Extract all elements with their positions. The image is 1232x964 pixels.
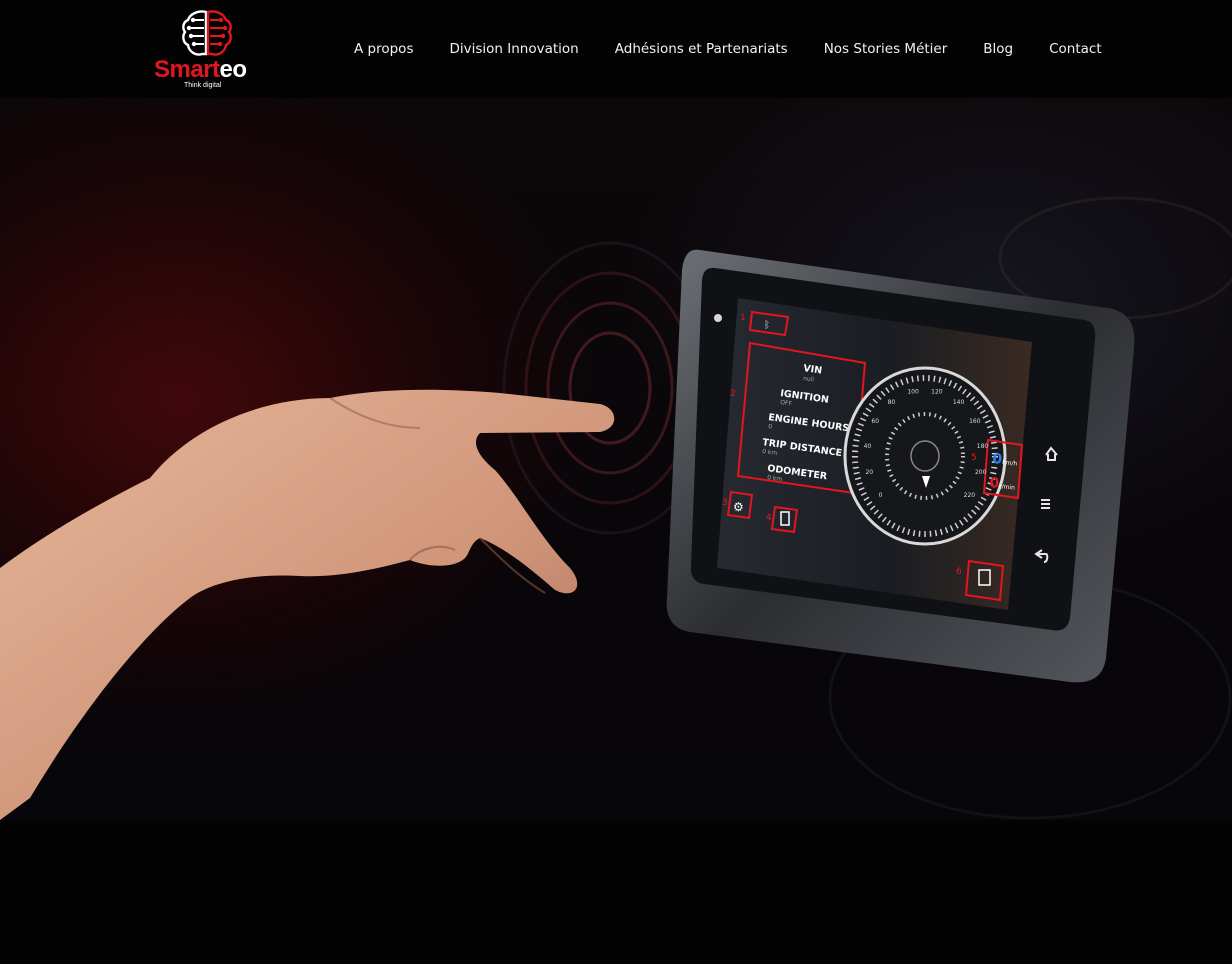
callout-1: 1 <box>740 313 746 323</box>
brain-circuit-icon <box>182 10 232 56</box>
hand-image <box>0 389 615 820</box>
callout-3: 3 <box>722 498 728 508</box>
gauge-tick-label: 80 <box>888 399 896 406</box>
nav-item-contact[interactable]: Contact <box>1031 38 1120 60</box>
gear-icon: ⚙ <box>733 500 744 514</box>
nav-item-nos-stories-metier[interactable]: Nos Stories Métier <box>806 38 966 60</box>
gauge-tick-label: 180 <box>977 443 989 450</box>
nav-item-a-propos[interactable]: A propos <box>336 38 431 60</box>
callout-2: 2 <box>730 389 736 399</box>
callout-4: 4 <box>766 513 772 523</box>
gauge-tick-label: 100 <box>907 388 919 395</box>
brand-logo[interactable]: Smarteo Think digital <box>152 6 264 92</box>
brand-name-red: Smart <box>154 56 220 83</box>
gauge-tick-label: 60 <box>871 418 879 425</box>
tablet-device: VIN null IGNITION OFF ENGINE HOURS 0 TRI… <box>666 249 1135 683</box>
gauge-tick-label: 120 <box>931 388 943 395</box>
camera-lens <box>714 314 722 322</box>
gauge-tick-label: 40 <box>864 443 872 450</box>
nav-item-blog[interactable]: Blog <box>965 38 1031 60</box>
page-footer-band <box>0 820 1232 964</box>
gauge-tick-label: 20 <box>865 469 873 476</box>
speedometer-gauge <box>843 366 1007 546</box>
brand-tagline: Think digital <box>184 82 222 89</box>
main-nav: A propos Division Innovation Adhésions e… <box>336 38 1120 60</box>
gauge-tick-label: 220 <box>964 492 976 499</box>
brand-name-white: eo <box>219 56 248 83</box>
callout-5: 5 <box>971 453 977 463</box>
gauge-tick-label: 200 <box>975 469 987 476</box>
site-header: Smarteo Think digital A propos Division … <box>0 0 1232 98</box>
gauge-tick-label: 0 <box>879 492 883 499</box>
hero-banner: VIN null IGNITION OFF ENGINE HOURS 0 TRI… <box>0 98 1232 820</box>
nav-item-division-innovation[interactable]: Division Innovation <box>431 38 596 60</box>
nav-item-adhesions-partenariats[interactable]: Adhésions et Partenariats <box>597 38 806 60</box>
callout-6: 6 <box>956 567 962 577</box>
gauge-tick-label: 160 <box>969 418 981 425</box>
bluetooth-icon: ᛒ <box>764 320 770 331</box>
gauge-tick-label: 140 <box>953 399 965 406</box>
hero-illustration: VIN null IGNITION OFF ENGINE HOURS 0 TRI… <box>0 196 1232 820</box>
brand-wordmark: Smarteo <box>154 58 247 82</box>
